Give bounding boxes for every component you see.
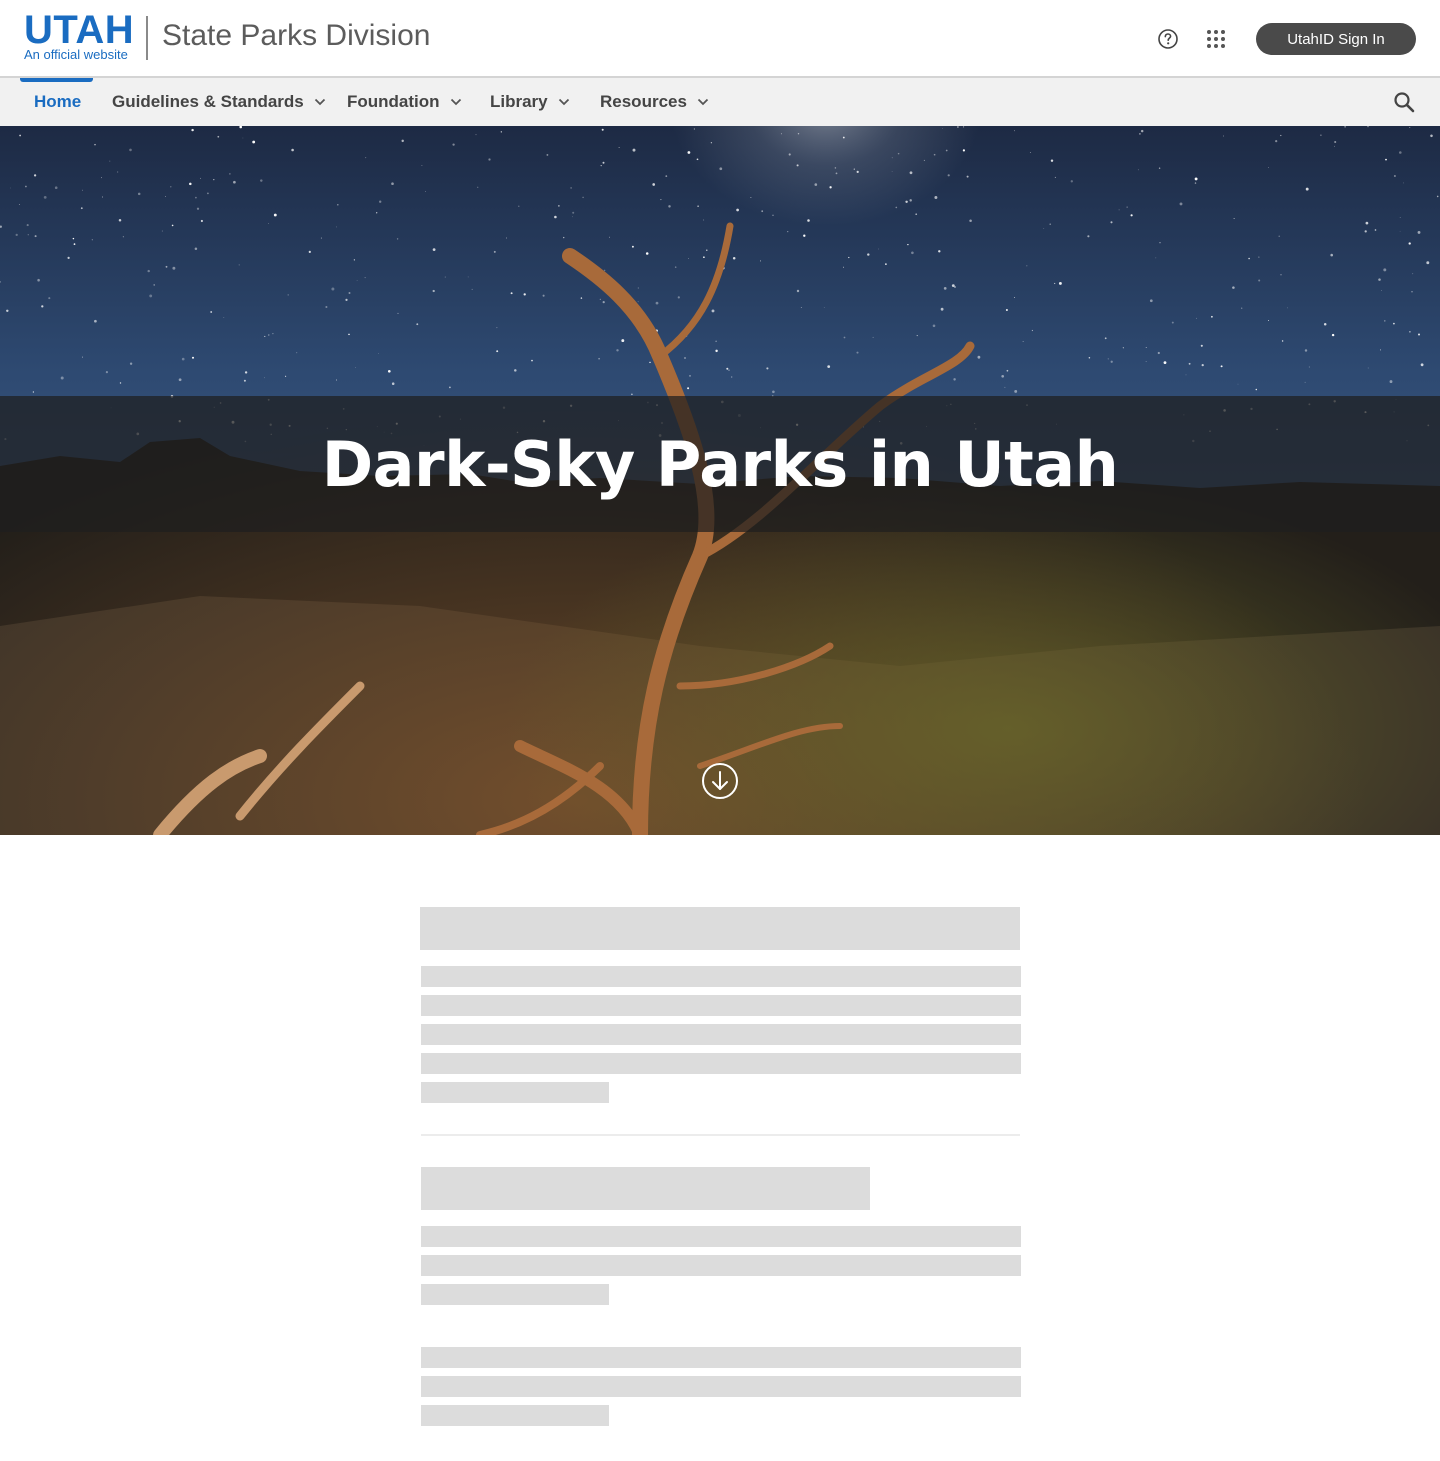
nav-item-resources[interactable]: Resources (600, 78, 709, 126)
logo-divider (146, 16, 148, 60)
nav-item-label: Library (490, 92, 548, 111)
arrow-down-circle-icon[interactable] (701, 762, 739, 800)
help-icon[interactable] (1155, 26, 1181, 52)
hero-title: Dark-Sky Parks in Utah (321, 427, 1119, 501)
nav-item-home[interactable]: Home (34, 78, 81, 126)
chevron-down-icon (697, 98, 709, 106)
skeleton-line-short (421, 1405, 609, 1426)
nav-item-library[interactable]: Library (490, 78, 570, 126)
skeleton-line (421, 1255, 1021, 1276)
search-icon[interactable] (1392, 90, 1416, 114)
skeleton-line (421, 1376, 1021, 1397)
chevron-down-icon (558, 98, 570, 106)
skeleton-line (421, 1024, 1021, 1045)
site-header: UTAH An official website State Parks Div… (0, 0, 1440, 78)
utahid-signin-button[interactable]: UtahID Sign In (1256, 23, 1416, 55)
nav-item-label: Resources (600, 92, 687, 111)
nav-item-label: Foundation (347, 92, 440, 111)
hero-banner: Dark-Sky Parks in Utah (0, 126, 1440, 835)
official-website-label: An official website (24, 47, 128, 62)
chevron-down-icon (314, 98, 326, 106)
skeleton-line-short (421, 1082, 609, 1103)
skeleton-line (421, 1347, 1021, 1368)
utah-logo[interactable]: UTAH An official website (24, 8, 135, 64)
hero-title-band: Dark-Sky Parks in Utah (0, 396, 1440, 532)
nav-item-foundation[interactable]: Foundation (347, 78, 462, 126)
skeleton-line (421, 966, 1021, 987)
skeleton-line (421, 1226, 1021, 1247)
skeleton-heading (420, 907, 1020, 950)
nav-item-label: Home (34, 92, 82, 111)
nav-item-label: Guidelines & Standards (112, 92, 304, 111)
chevron-down-icon (450, 98, 462, 106)
apps-grid-icon[interactable] (1203, 26, 1229, 52)
skeleton-heading (421, 1167, 870, 1210)
nav-item-guidelines-standards[interactable]: Guidelines & Standards (112, 78, 326, 126)
site-title[interactable]: State Parks Division (162, 18, 430, 54)
logo-wordmark: UTAH (24, 8, 135, 52)
skeleton-line-short (421, 1284, 609, 1305)
section-divider (421, 1134, 1020, 1136)
skeleton-line (421, 1053, 1021, 1074)
main-nav: Home Guidelines & Standards Foundation L… (0, 78, 1440, 126)
skeleton-line (421, 995, 1021, 1016)
